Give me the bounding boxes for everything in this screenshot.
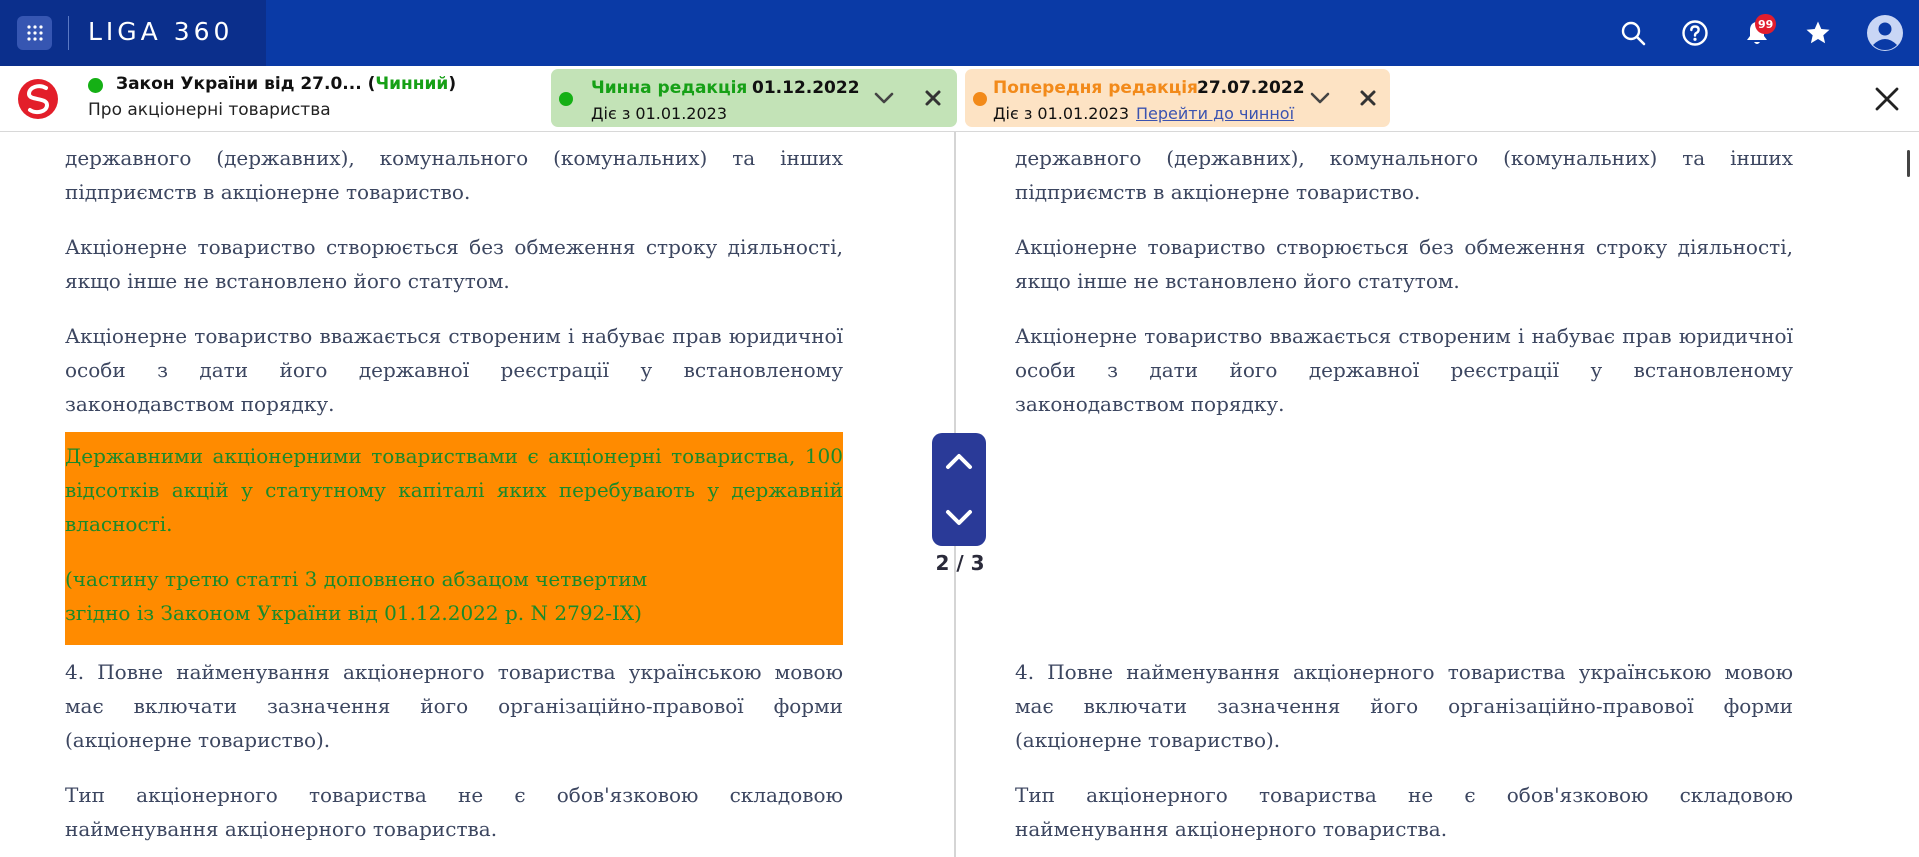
next-change-button[interactable] xyxy=(932,490,986,546)
chevron-down-icon[interactable] xyxy=(873,89,895,107)
status-close-paren: ) xyxy=(448,74,457,94)
previous-edition-label: Попередня редакція xyxy=(993,78,1198,98)
amendment-note-line: згідно із Законом України від 01.12.2022… xyxy=(65,601,642,625)
current-edition-valid-from: Діє з 01.01.2023 xyxy=(591,104,728,123)
chevron-down-icon[interactable] xyxy=(1309,89,1331,107)
amendment-note-line: (частину третю статті 3 доповнено абзацо… xyxy=(65,567,648,591)
star-icon xyxy=(1806,21,1830,44)
previous-edition-card[interactable]: Попередня редакція 27.07.2022 Діє з 01.0… xyxy=(965,69,1390,127)
favorites-button[interactable] xyxy=(1801,16,1835,50)
paragraph: Акціонерне товариство створюється без об… xyxy=(65,235,843,293)
top-bar: LIGA 360 99 xyxy=(0,0,1919,66)
paragraph: Тип акціонерного товариства не є обов'яз… xyxy=(1015,783,1793,841)
help-button[interactable] xyxy=(1678,16,1712,50)
close-edition-icon[interactable] xyxy=(923,88,943,108)
scrollbar-thumb[interactable] xyxy=(1907,150,1910,177)
document-title-text: Закон України від 27.0... xyxy=(116,74,362,94)
close-compare-icon[interactable] xyxy=(1872,84,1902,114)
brand-separator xyxy=(68,16,69,50)
user-profile-button[interactable] xyxy=(1866,14,1904,52)
document-status-label: Чинний xyxy=(375,74,449,94)
changed-fragment-highlight: Державними акціонерними товариствами є а… xyxy=(65,432,843,645)
brand-block: LIGA 360 xyxy=(0,0,266,66)
paragraph: державного (державних), комунального (ко… xyxy=(65,146,843,204)
previous-edition-dot xyxy=(973,92,987,106)
paragraph: державного (державних), комунального (ко… xyxy=(1015,146,1793,204)
brand-logo-text: LIGA 360 xyxy=(88,17,234,46)
paragraph: Акціонерне товариство створюється без об… xyxy=(1015,235,1793,293)
diff-navigator xyxy=(932,433,986,546)
paragraph: Тип акціонерного товариства не є обов'яз… xyxy=(65,783,843,841)
previous-change-button[interactable] xyxy=(932,433,986,489)
notifications-badge: 99 xyxy=(1755,14,1777,34)
apps-grid-icon xyxy=(26,25,43,41)
current-edition-card[interactable]: Чинна редакція 01.12.2022 Діє з 01.01.20… xyxy=(551,69,957,127)
liga-logo-icon xyxy=(18,79,58,119)
apps-grid-button[interactable] xyxy=(17,16,52,50)
avatar-icon xyxy=(1867,15,1903,51)
go-to-current-link[interactable]: Перейти до чинної xyxy=(1136,104,1294,123)
paragraph: 4. Повне найменування акціонерного товар… xyxy=(65,660,843,752)
previous-edition-date: 27.07.2022 xyxy=(1197,78,1305,98)
current-edition-text-column: державного (державних), комунального (ко… xyxy=(65,132,843,857)
current-edition-label: Чинна редакція xyxy=(591,78,748,98)
previous-edition-valid-from: Діє з 01.01.2023 xyxy=(993,104,1130,123)
document-status-dot xyxy=(88,78,103,93)
paragraph: Акціонерне товариство вважається створен… xyxy=(1015,324,1793,416)
added-paragraph: Державними акціонерними товариствами є а… xyxy=(65,444,843,536)
chevron-down-icon xyxy=(946,510,972,525)
document-header-bar: Закон України від 27.0... (Чинний) Про а… xyxy=(0,66,1919,132)
current-edition-date: 01.12.2022 xyxy=(752,78,860,98)
previous-edition-text-column: державного (державних), комунального (ко… xyxy=(1015,132,1793,857)
change-counter: 2 / 3 xyxy=(935,551,985,575)
paragraph: Акціонерне товариство вважається створен… xyxy=(65,324,843,416)
chevron-up-icon xyxy=(946,454,972,469)
search-button[interactable] xyxy=(1616,16,1650,50)
current-edition-dot xyxy=(559,92,573,106)
paragraph: 4. Повне найменування акціонерного товар… xyxy=(1015,660,1793,752)
search-icon xyxy=(1621,21,1646,46)
help-icon xyxy=(1682,20,1708,46)
document-subtitle: Про акціонерні товариства xyxy=(88,100,331,120)
close-edition-icon[interactable] xyxy=(1358,88,1378,108)
document-title[interactable]: Закон України від 27.0... (Чинний) xyxy=(116,74,456,94)
